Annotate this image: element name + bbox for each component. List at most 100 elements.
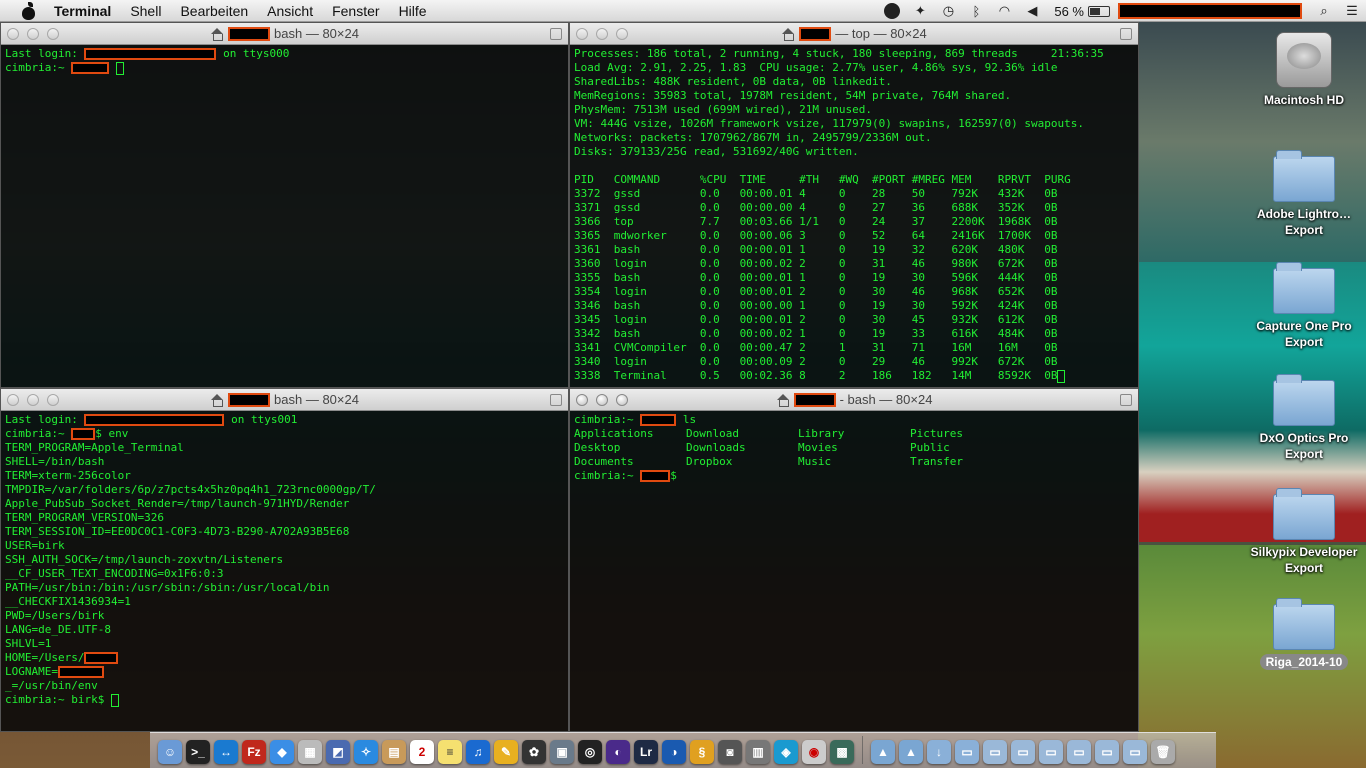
browser-icon[interactable]: ◉ [802, 740, 826, 764]
terminal-window-top-left[interactable]: bash — 80×24 Last login: on ttys000 cimbr… [0, 22, 569, 388]
shell-prompt: cimbria:~ [5, 61, 72, 74]
notes-icon[interactable]: ≡ [438, 740, 462, 764]
calculator-icon[interactable]: ▦ [298, 740, 322, 764]
terminal-window-bottom-left[interactable]: bash — 80×24 Last login: on ttys001 cimbr… [0, 388, 569, 732]
contacts-icon[interactable]: ▤ [382, 740, 406, 764]
menu-ansicht[interactable]: Ansicht [267, 3, 313, 19]
menu-bearbeiten[interactable]: Bearbeiten [180, 3, 248, 19]
process-row: 3360 login 0.0 00:00.02 2 0 31 46 980K 6… [574, 257, 1058, 270]
env-underscore: _=/usr/bin/env [5, 679, 98, 692]
mail-pencil-icon[interactable]: ✎ [494, 740, 518, 764]
teamviewer-icon[interactable]: ↔ [214, 740, 238, 764]
menu-extra-icon[interactable] [883, 3, 901, 19]
wifi-icon[interactable]: ◠ [995, 3, 1013, 19]
documents-folder-icon[interactable]: ▲ [899, 740, 923, 764]
downloads-folder-icon[interactable]: ↓ [927, 740, 951, 764]
applications-folder-icon[interactable]: ▲ [871, 740, 895, 764]
top-output[interactable]: Processes: 186 total, 2 running, 4 stuck… [570, 45, 1138, 385]
stack-icon[interactable]: ▭ [1095, 740, 1119, 764]
desktop-icon-macintosh-hd[interactable]: Macintosh HD [1244, 32, 1364, 108]
window-titlebar[interactable]: bash — 80×24 [1, 389, 568, 411]
time-machine-icon[interactable]: ◷ [939, 3, 957, 19]
desktop-icon-label: Capture One Pro Export [1256, 319, 1352, 349]
color-app-icon[interactable]: ✿ [522, 740, 546, 764]
terminal-icon[interactable]: >_ [186, 740, 210, 764]
dxo-icon[interactable]: ◑ [662, 740, 686, 764]
fullscreen-icon[interactable] [550, 394, 562, 406]
desktop-icon-dxo-export[interactable]: DxO Optics Pro Export [1244, 374, 1364, 462]
desktop-icon-silkypix-export[interactable]: Silkypix Developer Export [1244, 488, 1364, 576]
process-row: 3338 Terminal 0.5 00:02.36 8 2 186 182 1… [574, 369, 1134, 383]
battery-percent: 56 % [1054, 3, 1084, 19]
fullscreen-icon[interactable] [1120, 394, 1132, 406]
folder-icon [1273, 150, 1335, 202]
top-summary-line: PhysMem: 7513M used (699M wired), 21M un… [574, 103, 873, 116]
menu-hilfe[interactable]: Hilfe [399, 3, 427, 19]
redacted-user-name[interactable] [1118, 3, 1302, 19]
env-line: __CF_USER_TEXT_ENCODING=0x1F6:0:3 [5, 567, 224, 580]
desktop-icon-capture-one-export[interactable]: Capture One Pro Export [1244, 262, 1364, 350]
process-table-header: PID COMMAND %CPU TIME #TH #WQ #PORT #MRE… [574, 173, 1071, 186]
stack-icon[interactable]: ▭ [1039, 740, 1063, 764]
utility-icon[interactable]: ▥ [746, 740, 770, 764]
fullscreen-icon[interactable] [550, 28, 562, 40]
folder-stack-icon[interactable]: ▭ [955, 740, 979, 764]
fullscreen-icon[interactable] [1120, 28, 1132, 40]
stack-icon[interactable]: ▭ [1067, 740, 1091, 764]
env-line: TERM=xterm-256color [5, 469, 131, 482]
env-line: PATH=/usr/bin:/bin:/usr/sbin:/sbin:/usr/… [5, 581, 330, 594]
preview-icon[interactable]: ◩ [326, 740, 350, 764]
process-row: 3355 bash 0.0 00:00.01 1 0 19 30 596K 44… [574, 271, 1058, 284]
text-cursor [1057, 369, 1066, 383]
window-title: bash — 80×24 [274, 26, 359, 41]
stack-icon[interactable]: ▭ [1011, 740, 1035, 764]
window-titlebar[interactable]: - bash — 80×24 [570, 389, 1138, 411]
menu-app-terminal[interactable]: Terminal [54, 3, 111, 19]
window-titlebar[interactable]: bash — 80×24 [1, 23, 568, 45]
stack-icon[interactable]: ▭ [983, 740, 1007, 764]
photo-app-icon[interactable]: ◐ [606, 740, 630, 764]
spotlight-search-icon[interactable]: ⌕ [1315, 3, 1333, 19]
process-row: 3345 login 0.0 00:00.01 2 0 30 45 932K 6… [574, 313, 1058, 326]
notification-center-icon[interactable]: ☰ [1343, 3, 1361, 19]
ls-item: Pictures [910, 427, 963, 440]
desktop-icon-riga-alias[interactable]: Riga_2014-10 [1244, 598, 1364, 670]
window-title: — top — 80×24 [835, 26, 927, 41]
menu-fenster[interactable]: Fenster [332, 3, 379, 19]
terminal-output[interactable]: Last login: on ttys000 cimbria:~ [1, 45, 568, 77]
apple-icon[interactable] [20, 1, 36, 20]
lightroom-icon[interactable]: Lr [634, 740, 658, 764]
finder-icon[interactable]: ☺ [158, 740, 182, 764]
image-app-icon[interactable]: ▣ [550, 740, 574, 764]
window-titlebar[interactable]: — top — 80×24 [570, 23, 1138, 45]
bluetooth-icon[interactable]: ᛒ [967, 3, 985, 19]
volume-icon[interactable]: ◀ [1023, 3, 1041, 19]
desktop-icon-lightroom-export[interactable]: Adobe Lightro…Export [1244, 150, 1364, 238]
aperture-icon[interactable]: ◎ [578, 740, 602, 764]
trash-icon[interactable]: 🗑 [1151, 740, 1175, 764]
env-output[interactable]: Last login: on ttys001 cimbria:~ $ env TER… [1, 411, 568, 709]
system-tool-icon[interactable]: ◈ [774, 740, 798, 764]
terminal-window-top[interactable]: — top — 80×24 Processes: 186 total, 2 ru… [569, 22, 1139, 388]
itunes-icon[interactable]: ♫ [466, 740, 490, 764]
redacted-title-user [228, 26, 271, 41]
ls-output[interactable]: cimbria:~ ls Applications Download Library P… [570, 411, 1138, 485]
redacted-title-user [799, 26, 832, 41]
battery-icon[interactable] [1088, 5, 1110, 17]
stack-icon[interactable]: ▭ [1123, 740, 1147, 764]
safari-icon[interactable]: ✧ [354, 740, 378, 764]
terminal-window-bottom-right[interactable]: - bash — 80×24 cimbria:~ ls Applications D… [569, 388, 1139, 732]
photos-icon[interactable]: ▩ [830, 740, 854, 764]
menu-shell[interactable]: Shell [130, 3, 161, 19]
desktop-icon-label: Adobe Lightro…Export [1257, 207, 1351, 237]
capture-one-icon[interactable]: ◙ [718, 740, 742, 764]
env-line: USER=birk [5, 539, 65, 552]
dropbox-icon[interactable]: ◆ [270, 740, 294, 764]
calendar-icon[interactable]: 2 [410, 740, 434, 764]
ls-item: Transfer [910, 455, 963, 468]
folder-icon [1273, 262, 1335, 314]
dropbox-status-icon[interactable]: ✦ [911, 3, 929, 19]
silkypix-icon[interactable]: § [690, 740, 714, 764]
filezilla-icon[interactable]: Fz [242, 740, 266, 764]
